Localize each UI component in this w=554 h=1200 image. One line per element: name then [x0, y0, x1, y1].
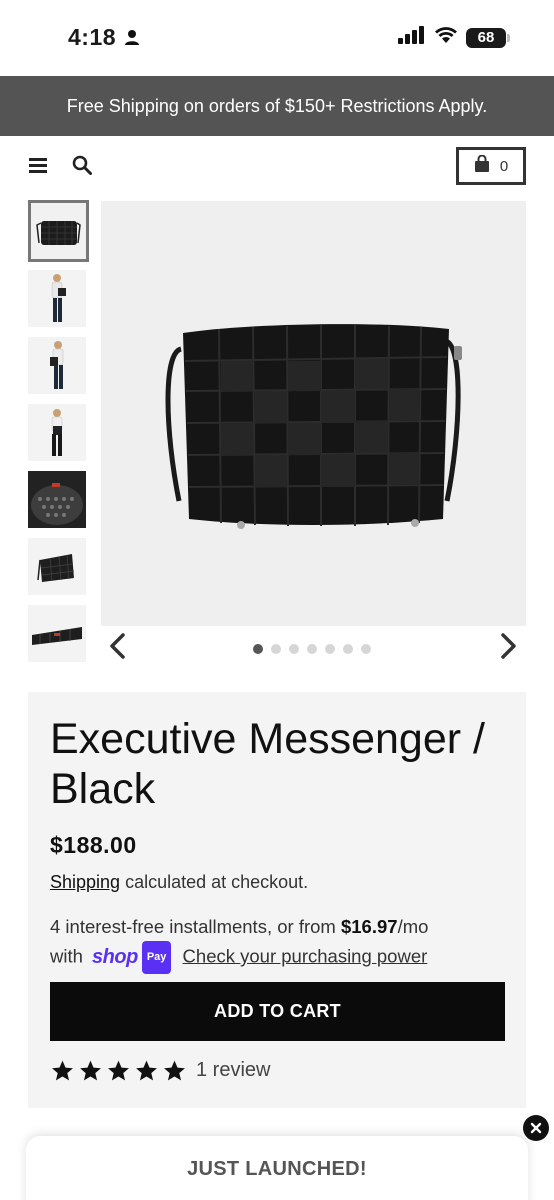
carousel-dot[interactable]: [343, 644, 353, 654]
star-icon: [52, 1060, 73, 1081]
carousel-dot[interactable]: [289, 644, 299, 654]
product-price: $188.00: [50, 832, 137, 858]
thumb-model-2[interactable]: [28, 337, 86, 394]
product-info-panel: Executive Messenger / Black $188.00 Ship…: [28, 692, 526, 1108]
star-icon: [80, 1060, 101, 1081]
chevron-right-icon[interactable]: [498, 632, 520, 665]
product-title: Executive Messenger / Black: [50, 715, 485, 813]
shipping-link[interactable]: Shipping: [50, 872, 120, 892]
status-time: 4:18: [68, 24, 117, 50]
carousel-dot[interactable]: [253, 644, 263, 654]
person-icon: [124, 29, 140, 51]
thumb-model-1[interactable]: [28, 270, 86, 327]
popup-title: JUST LAUNCHED!: [187, 1158, 367, 1180]
battery-icon: 68: [466, 27, 510, 48]
reviews-summary[interactable]: 1 review: [50, 1058, 270, 1083]
thumb-bag-bottom[interactable]: [28, 605, 86, 662]
carousel-dots: [253, 644, 371, 654]
thumb-bag-side[interactable]: [28, 538, 86, 595]
site-header: 0: [0, 136, 554, 196]
cart-bag-icon: [474, 154, 490, 178]
carousel-dot[interactable]: [307, 644, 317, 654]
review-count: 1 review: [196, 1059, 271, 1081]
shop-word: shop: [92, 946, 138, 968]
installments-suffix: /mo: [397, 916, 429, 937]
status-indicators: 68: [398, 26, 510, 49]
star-rating: [50, 1058, 187, 1083]
installments-prefix: 4 interest-free installments, or from: [50, 916, 341, 937]
installments-amount: $16.97: [340, 916, 398, 937]
chevron-left-icon[interactable]: [106, 632, 128, 665]
shipping-text: calculated at checkout.: [120, 872, 309, 892]
add-to-cart-button[interactable]: ADD TO CART: [50, 982, 505, 1041]
carousel-dot[interactable]: [361, 644, 371, 654]
star-icon: [164, 1060, 185, 1081]
star-icon: [108, 1060, 129, 1081]
messenger-bag-image: [165, 324, 462, 529]
pay-badge: Pay: [141, 941, 172, 974]
star-icon: [136, 1060, 157, 1081]
thumb-bag-front[interactable]: [28, 200, 89, 262]
search-icon[interactable]: [72, 155, 92, 180]
installments-info: 4 interest-free installments, or from $1…: [50, 912, 520, 974]
thumb-interior[interactable]: [28, 471, 86, 528]
close-icon[interactable]: [523, 1115, 549, 1141]
carousel-dot[interactable]: [271, 644, 281, 654]
wifi-icon: [434, 26, 458, 49]
signal-icon: [398, 26, 426, 49]
shop-pay-logo: shop Pay: [92, 941, 172, 974]
cart-count: 0: [499, 157, 509, 175]
announcement-bar: Free Shipping on orders of $150+ Restric…: [0, 76, 554, 136]
shipping-line: Shipping calculated at checkout.: [50, 872, 308, 893]
launch-popup[interactable]: JUST LAUNCHED!: [26, 1136, 528, 1200]
thumb-model-3[interactable]: [28, 404, 86, 461]
announcement-text: Free Shipping on orders of $150+ Restric…: [66, 95, 488, 116]
check-purchasing-power-link[interactable]: Check your purchasing power: [183, 945, 428, 966]
status-bar: 4:18 68: [0, 0, 554, 76]
main-product-image[interactable]: [101, 201, 526, 626]
thumbnail-list: [28, 200, 89, 672]
with-text: with: [50, 945, 83, 967]
menu-icon[interactable]: [29, 158, 47, 174]
carousel-dot[interactable]: [325, 644, 335, 654]
cart-button[interactable]: 0: [456, 147, 526, 185]
